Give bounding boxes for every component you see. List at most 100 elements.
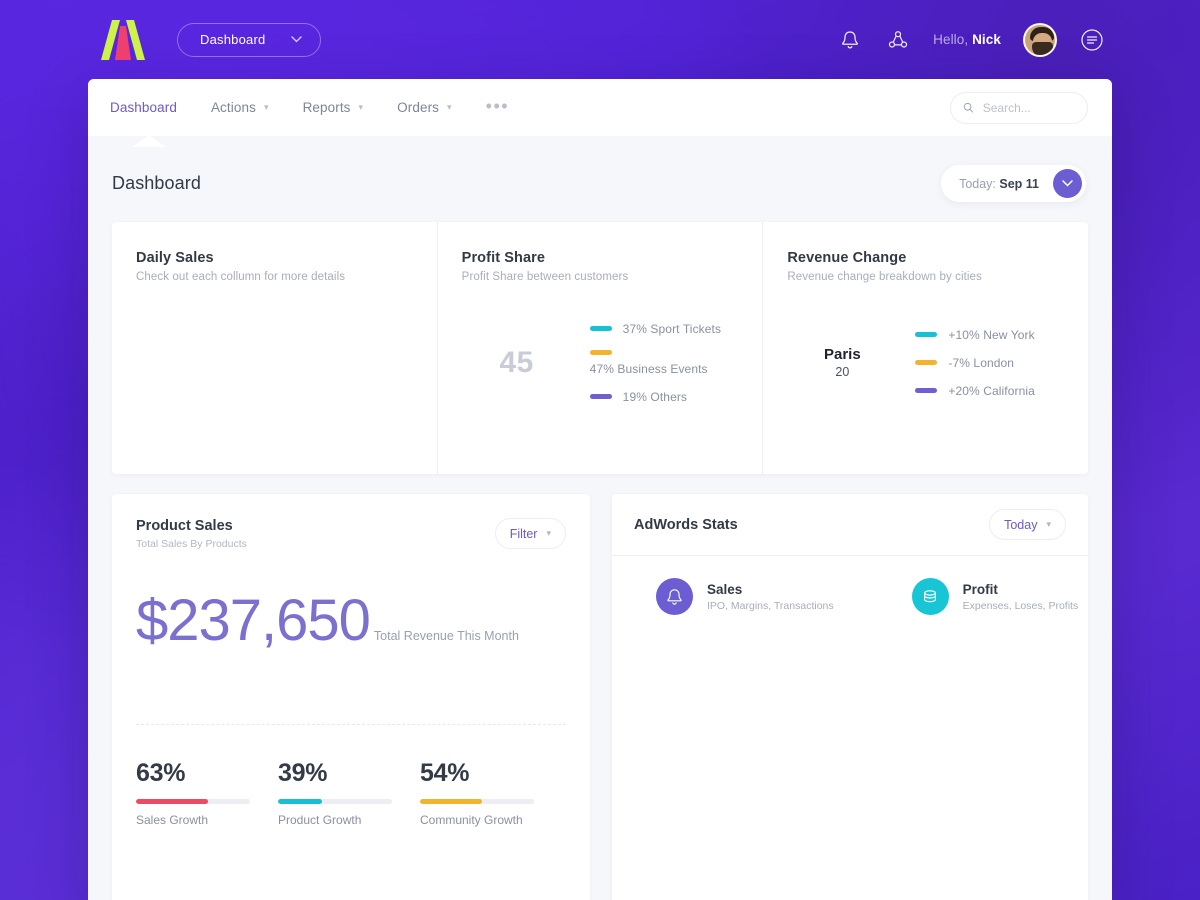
search-input[interactable] [982, 100, 1075, 115]
bell-icon[interactable] [837, 27, 863, 53]
search-icon [963, 102, 974, 113]
nav-label: Orders [397, 100, 440, 115]
daily-sales-bar-chart [146, 311, 437, 421]
adwords-header: AdWords Stats Today ▾ [612, 494, 1088, 556]
range-button[interactable]: Today ▾ [989, 509, 1066, 540]
chevron-down-icon: ▾ [546, 528, 551, 538]
growth-value: 39% [278, 759, 328, 787]
adwords-legend-sales: Sales IPO, Margins, Transactions [656, 578, 834, 615]
revenue-change-legend: +10% New York -7% London +20% California [915, 328, 1035, 398]
greeting-username: Nick [972, 32, 1001, 47]
revenue-change-chart-area: Paris 20 +10% New York -7% London +20% C… [787, 305, 1088, 420]
date-prefix: Today: [959, 176, 1000, 191]
growth-label: Sales Growth [136, 813, 209, 827]
chevron-down-icon: ▾ [447, 102, 452, 112]
growth-progress-track [420, 799, 534, 804]
date-range-text: Today: Sep 11 [959, 177, 1039, 191]
growth-label: Community Growth [420, 813, 523, 827]
growth-metrics: 63% Sales Growth 39% Product Growth 54% … [136, 759, 566, 827]
card-subtitle: Total Sales By Products [136, 538, 247, 550]
greeting-prefix: Hello, [933, 32, 973, 47]
legend-item: 19% Others [589, 389, 721, 404]
legend-swatch [589, 326, 612, 331]
card-profit-share: Profit Share Profit Share between custom… [436, 222, 763, 474]
card-title: Product Sales [136, 518, 233, 534]
legend-label: 37% Sport Tickets [622, 321, 722, 336]
growth-progress-fill [278, 799, 323, 804]
page-header: Dashboard Today: Sep 11 [112, 136, 1088, 222]
profit-share-donut: 45 [462, 305, 572, 420]
brand-dashboard-dropdown[interactable]: Dashboard [177, 22, 322, 57]
legend-label: +20% California [948, 383, 1035, 398]
chevron-down-icon [291, 36, 303, 43]
date-range-selector[interactable]: Today: Sep 11 [941, 165, 1086, 202]
legend-item: 47% Business Events [589, 349, 721, 376]
legend-item: 37% Sport Tickets [589, 321, 722, 336]
growth-value: 63% [136, 759, 186, 787]
revenue-change-donut: Paris 20 [787, 305, 897, 420]
legend-swatch [589, 349, 612, 355]
chevron-down-icon [1062, 180, 1073, 187]
card-title: Revenue Change [787, 250, 907, 266]
revenue-amount: $237,650 [136, 588, 371, 653]
growth-metric-product: 39% Product Growth [278, 759, 392, 827]
adwords-area-chart [612, 674, 1088, 900]
legend-desc: IPO, Margins, Transactions [707, 599, 834, 612]
legend-title: Sales [707, 581, 743, 597]
legend-label: -7% London [948, 355, 1015, 370]
nav-item-reports[interactable]: Reports ▾ [303, 100, 364, 115]
date-value: Sep 11 [999, 176, 1039, 191]
legend-item: +20% California [915, 384, 1035, 398]
header-actions: Hello, Nick [837, 22, 1105, 57]
growth-progress-fill [420, 799, 482, 804]
legend-item: -7% London [915, 356, 1035, 370]
greeting: Hello, Nick [933, 32, 1001, 47]
growth-label: Product Growth [278, 813, 362, 827]
legend-desc: Expenses, Loses, Profits [962, 599, 1079, 612]
top-header-bar: Dashboard Hello, Nick [0, 0, 1200, 79]
legend-swatch [589, 394, 612, 399]
growth-progress-track [278, 799, 392, 804]
growth-metric-community: 54% Community Growth [420, 759, 534, 827]
filter-button[interactable]: Filter ▾ [494, 518, 566, 549]
profit-share-chart-area: 45 37% Sport Tickets 47% Business Events [462, 305, 763, 420]
card-subtitle: Check out each collumn for more details [136, 271, 346, 283]
growth-progress-track [136, 799, 250, 804]
content-area: Dashboard Today: Sep 11 Daily Sales Chec… [88, 135, 1112, 900]
section-divider [136, 724, 566, 725]
brand-dashboard-label: Dashboard [200, 32, 266, 47]
range-label: Today [1004, 517, 1038, 532]
card-adwords-stats: AdWords Stats Today ▾ Sales IPO, Margins… [612, 494, 1088, 900]
card-title: Profit Share [461, 250, 546, 266]
revenue-caption: Total Revenue This Month [373, 629, 519, 643]
card-subtitle: Revenue change breakdown by cities [787, 271, 982, 283]
share-icon[interactable] [885, 27, 911, 53]
nav-item-dashboard[interactable]: Dashboard [110, 100, 177, 115]
product-sales-header: Product Sales Total Sales By Products Fi… [136, 518, 566, 550]
card-daily-sales: Daily Sales Check out each collumn for m… [112, 222, 437, 474]
search-box[interactable] [950, 91, 1088, 124]
legend-label: 19% Others [622, 389, 688, 404]
app-panel: Dashboard Actions ▾ Reports ▾ Orders ▾ •… [88, 79, 1112, 900]
avatar-beard [1032, 41, 1053, 55]
nav-item-orders[interactable]: Orders ▾ [397, 100, 451, 115]
nav-item-actions[interactable]: Actions ▾ [211, 100, 269, 115]
bell-icon [656, 578, 693, 615]
legend-swatch [915, 360, 938, 365]
chevron-down-icon: ▾ [1046, 519, 1051, 529]
revenue-figure: $237,650 Total Revenue This Month [136, 592, 566, 650]
nav-overflow-icon[interactable]: ••• [486, 97, 509, 115]
growth-metric-sales: 63% Sales Growth [136, 759, 250, 827]
user-avatar[interactable] [1023, 22, 1057, 57]
coins-icon [911, 578, 949, 615]
hamburger-menu-icon[interactable] [1079, 27, 1105, 53]
legend-item: +10% New York [915, 328, 1035, 342]
legend-label: +10% New York [948, 327, 1035, 342]
legend-swatch [915, 332, 938, 337]
date-caret-button[interactable] [1053, 169, 1082, 198]
filter-label: Filter [509, 526, 538, 541]
logo-m[interactable] [101, 19, 145, 60]
nav-label: Reports [302, 100, 351, 115]
adwords-legend: Sales IPO, Margins, Transactions Profit … [612, 556, 1088, 615]
chevron-down-icon: ▾ [263, 102, 269, 112]
